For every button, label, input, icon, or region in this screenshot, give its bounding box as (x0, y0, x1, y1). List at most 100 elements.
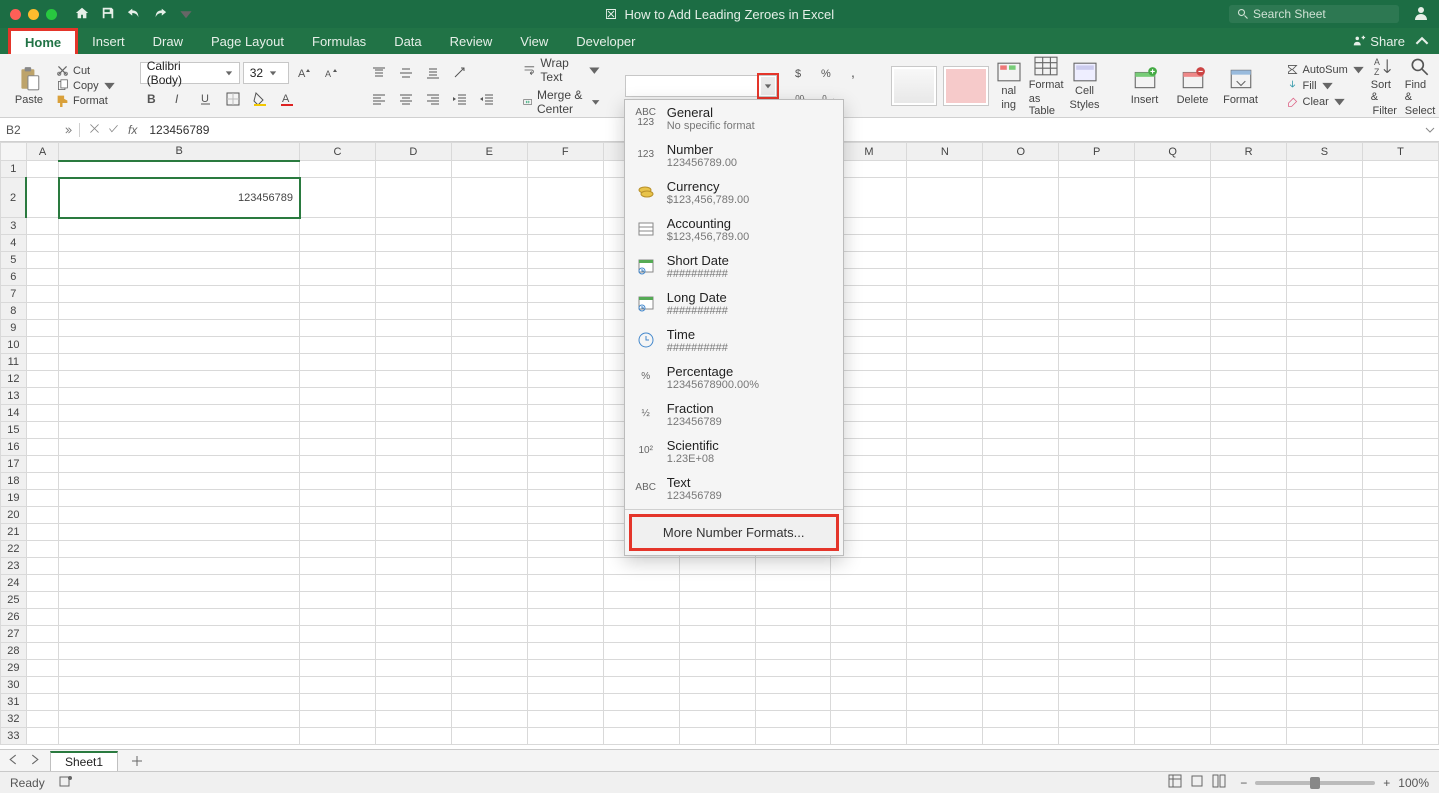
cell[interactable] (1211, 161, 1287, 178)
format-painter-button[interactable]: Format (56, 94, 116, 107)
cell[interactable] (1135, 269, 1211, 286)
tab-developer[interactable]: Developer (562, 28, 649, 54)
cell[interactable] (1135, 541, 1211, 558)
copy-button[interactable]: Copy (56, 79, 116, 92)
fill-color-button[interactable] (248, 88, 272, 110)
cell[interactable] (983, 609, 1059, 626)
cell[interactable] (451, 337, 527, 354)
cell[interactable] (1059, 711, 1135, 728)
cell[interactable] (1362, 161, 1438, 178)
cell[interactable] (300, 541, 376, 558)
cell[interactable] (1059, 626, 1135, 643)
cell[interactable] (907, 558, 983, 575)
cell[interactable] (375, 218, 451, 235)
cell[interactable] (26, 677, 59, 694)
cell[interactable] (451, 388, 527, 405)
cell[interactable] (1135, 235, 1211, 252)
cell[interactable] (907, 541, 983, 558)
cell[interactable] (831, 575, 907, 592)
cell[interactable] (1135, 337, 1211, 354)
cell[interactable] (59, 456, 300, 473)
cell[interactable] (26, 303, 59, 320)
cell[interactable] (300, 558, 376, 575)
cell[interactable] (26, 405, 59, 422)
cell[interactable] (1059, 643, 1135, 660)
cell[interactable] (1135, 422, 1211, 439)
cell[interactable] (1135, 218, 1211, 235)
cell[interactable] (26, 575, 59, 592)
cell[interactable] (1211, 524, 1287, 541)
find-select-button[interactable]: Find &Select (1405, 55, 1436, 117)
cell[interactable] (983, 643, 1059, 660)
bold-button[interactable]: B (140, 88, 164, 110)
cell[interactable] (59, 303, 300, 320)
cell[interactable] (907, 235, 983, 252)
cell[interactable] (1135, 405, 1211, 422)
cell[interactable] (1059, 524, 1135, 541)
cell[interactable] (300, 178, 376, 218)
comma-format-button[interactable]: , (843, 62, 867, 84)
user-icon[interactable] (1413, 5, 1429, 24)
cell[interactable] (907, 711, 983, 728)
cell[interactable] (1135, 473, 1211, 490)
row-header[interactable]: 32 (1, 711, 27, 728)
cell[interactable] (1287, 541, 1363, 558)
cancel-edit-button[interactable] (88, 122, 101, 138)
cell[interactable] (1059, 371, 1135, 388)
cell[interactable] (1362, 456, 1438, 473)
number-format-option[interactable]: Long Date########## (625, 285, 843, 322)
cell[interactable] (1362, 269, 1438, 286)
cell[interactable] (59, 507, 300, 524)
cell[interactable] (26, 371, 59, 388)
cell[interactable] (527, 507, 603, 524)
expand-formula-bar-button[interactable] (1421, 125, 1439, 135)
tab-data[interactable]: Data (380, 28, 435, 54)
cell[interactable] (527, 609, 603, 626)
cell[interactable] (603, 592, 679, 609)
cell[interactable] (1287, 711, 1363, 728)
cell[interactable] (831, 677, 907, 694)
orientation-button[interactable] (448, 62, 472, 84)
cell[interactable] (26, 178, 59, 218)
cell[interactable] (1059, 388, 1135, 405)
cell[interactable] (907, 439, 983, 456)
cell[interactable] (983, 575, 1059, 592)
cell[interactable] (451, 218, 527, 235)
cell[interactable] (59, 558, 300, 575)
cell[interactable] (451, 235, 527, 252)
italic-button[interactable]: I (167, 88, 191, 110)
tab-view[interactable]: View (506, 28, 562, 54)
number-format-dropdown-button[interactable] (757, 73, 779, 99)
row-header[interactable]: 23 (1, 558, 27, 575)
cut-button[interactable]: Cut (56, 64, 116, 77)
cell[interactable] (1211, 677, 1287, 694)
cell[interactable] (603, 626, 679, 643)
cell[interactable] (1362, 677, 1438, 694)
align-middle-button[interactable] (394, 62, 418, 84)
cell[interactable] (755, 728, 831, 745)
cell[interactable] (300, 694, 376, 711)
cell[interactable] (983, 677, 1059, 694)
cell[interactable] (1287, 575, 1363, 592)
align-bottom-button[interactable] (421, 62, 445, 84)
cell[interactable] (1211, 643, 1287, 660)
column-header[interactable]: O (983, 143, 1059, 161)
cell[interactable] (1211, 456, 1287, 473)
decrease-font-button[interactable]: A (319, 62, 343, 84)
cell[interactable] (983, 337, 1059, 354)
cell[interactable] (527, 178, 603, 218)
cell[interactable] (1211, 507, 1287, 524)
cell[interactable] (527, 490, 603, 507)
cell[interactable] (26, 660, 59, 677)
cell[interactable] (983, 269, 1059, 286)
accounting-format-button[interactable]: $ (789, 62, 813, 84)
cell[interactable] (527, 405, 603, 422)
cell[interactable] (983, 541, 1059, 558)
cell[interactable] (1287, 269, 1363, 286)
row-header[interactable]: 10 (1, 337, 27, 354)
cell[interactable] (907, 490, 983, 507)
cell[interactable] (300, 677, 376, 694)
cell[interactable] (983, 405, 1059, 422)
cell[interactable] (26, 609, 59, 626)
cell[interactable] (1059, 303, 1135, 320)
